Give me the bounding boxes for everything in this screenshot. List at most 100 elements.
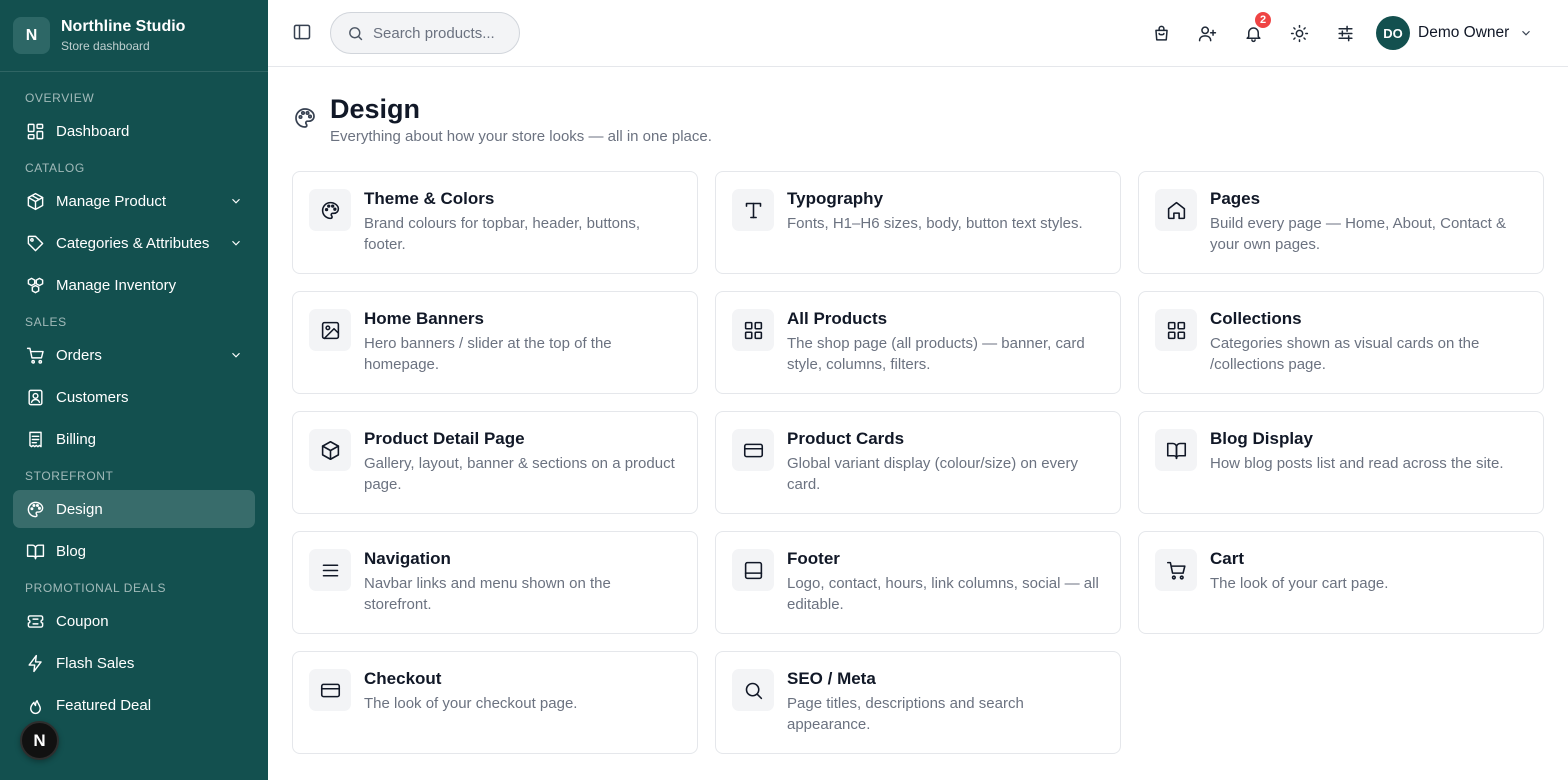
card-title: Footer — [787, 549, 840, 568]
search-input[interactable] — [373, 24, 513, 42]
card-description: Brand colours for topbar, header, button… — [364, 215, 641, 253]
notifications-button[interactable]: 2 — [1241, 10, 1273, 45]
sidebar-item-label: Customers — [56, 388, 129, 406]
sidebar-item-customers[interactable]: Customers — [13, 378, 255, 416]
card-title: Product Detail Page — [364, 429, 525, 448]
card-body: Checkout The look of your checkout page. — [364, 669, 577, 736]
toggle-sidebar-button[interactable] — [292, 22, 314, 44]
sidebar-toggle-icon — [293, 24, 311, 40]
design-cards-grid: Theme & Colors Brand colours for topbar, … — [292, 171, 1544, 754]
settings-sliders-button[interactable] — [1333, 21, 1357, 45]
design-card-seo-meta[interactable]: SEO / Meta Page titles, descriptions and … — [715, 651, 1121, 754]
card-title: Typography — [787, 189, 884, 208]
topbar: 2 DO Demo Owner — [268, 0, 1568, 67]
chevron-down-icon[interactable] — [229, 348, 243, 362]
sidebar-item-flash-sales[interactable]: Flash Sales — [13, 644, 255, 682]
sidebar-item-blog[interactable]: Blog — [13, 532, 255, 570]
inventory-icon — [25, 275, 45, 295]
sidebar-item-coupon[interactable]: Coupon — [13, 602, 255, 640]
sun-icon — [1290, 24, 1308, 42]
card-description: The look of your checkout page. — [364, 695, 578, 712]
card-body: Product Detail Page Gallery, layout, bann… — [364, 429, 681, 496]
sidebar-item-label: Manage Product — [56, 192, 167, 210]
search-icon — [732, 669, 774, 711]
sidebar-section-label: SALES — [25, 315, 67, 329]
design-card-cart[interactable]: Cart The look of your cart page. — [1138, 531, 1544, 634]
book-icon — [25, 541, 45, 561]
image-icon — [309, 309, 351, 351]
zap-icon — [25, 653, 45, 673]
card-title: Product Cards — [787, 429, 905, 448]
type-icon — [732, 189, 774, 231]
card-title: Navigation — [364, 549, 451, 568]
card-title: Pages — [1210, 189, 1261, 208]
design-card-all-products[interactable]: All Products The shop page (all products)… — [715, 291, 1121, 394]
brand-logo: N — [13, 17, 50, 54]
sidebar-item-label: Billing — [56, 430, 97, 448]
floating-assistant-button[interactable]: N — [20, 721, 59, 760]
card-title: Blog Display — [1210, 429, 1313, 448]
cart-icon — [1155, 549, 1197, 591]
sidebar-item-label: Flash Sales — [56, 654, 135, 672]
sidebar-section-label: CATALOG — [25, 161, 85, 175]
card-description: Global variant display (colour/size) on … — [787, 455, 1078, 493]
cart-icon — [25, 345, 45, 365]
design-card-checkout[interactable]: Checkout The look of your checkout page. — [292, 651, 698, 754]
sidebar-item-label: Manage Inventory — [56, 276, 177, 294]
card-body: Navigation Navbar links and menu shown on… — [364, 549, 681, 616]
card-description: The look of your cart page. — [1210, 575, 1389, 592]
design-card-theme-colors[interactable]: Theme & Colors Brand colours for topbar, … — [292, 171, 698, 274]
avatar: DO — [1376, 16, 1410, 50]
flame-icon — [25, 695, 45, 715]
sidebar-item-manage-product[interactable]: Manage Product — [13, 182, 255, 220]
card-title: Home Banners — [364, 309, 484, 328]
add-user-button[interactable] — [1195, 21, 1219, 45]
sidebar-item-billing[interactable]: Billing — [13, 420, 255, 458]
grid-icon — [1155, 309, 1197, 351]
chevron-down-icon[interactable] — [229, 236, 243, 250]
design-card-navigation[interactable]: Navigation Navbar links and menu shown on… — [292, 531, 698, 634]
sidebar-item-manage-inventory[interactable]: Manage Inventory — [13, 266, 255, 304]
store-button[interactable] — [1149, 21, 1173, 45]
sidebar-item-design[interactable]: Design — [13, 490, 255, 528]
palette-icon — [293, 106, 317, 130]
box-icon — [25, 191, 45, 211]
design-card-collections[interactable]: Collections Categories shown as visual ca… — [1138, 291, 1544, 394]
user-menu[interactable]: DO Demo Owner — [1376, 16, 1533, 50]
chevron-down-icon — [1519, 26, 1533, 40]
page-title: Design — [330, 94, 421, 124]
card-body: Product Cards Global variant display (col… — [787, 429, 1104, 496]
card-body: Pages Build every page — Home, About, Con… — [1210, 189, 1527, 256]
design-card-pages[interactable]: Pages Build every page — Home, About, Con… — [1138, 171, 1544, 274]
brand-name: Northline Studio — [61, 18, 186, 35]
chevron-down-icon[interactable] — [229, 194, 243, 208]
design-card-product-detail-page[interactable]: Product Detail Page Gallery, layout, bann… — [292, 411, 698, 514]
card-title: All Products — [787, 309, 888, 328]
sidebar-item-label: Coupon — [56, 612, 109, 630]
brand-header[interactable]: N Northline Studio Store dashboard — [0, 0, 268, 72]
sidebar-item-featured-deal[interactable]: Featured Deal — [13, 686, 255, 724]
grid-icon — [732, 309, 774, 351]
ticket-icon — [25, 611, 45, 631]
sidebar: N Northline Studio Store dashboard OVERV… — [0, 0, 268, 780]
sidebar-item-dashboard[interactable]: Dashboard — [13, 112, 255, 150]
sidebar-item-label: Categories & Attributes — [56, 234, 210, 252]
design-card-footer[interactable]: Footer Logo, contact, hours, link columns… — [715, 531, 1121, 634]
design-card-product-cards[interactable]: Product Cards Global variant display (col… — [715, 411, 1121, 514]
user-name: Demo Owner — [1418, 24, 1510, 41]
sidebar-item-orders[interactable]: Orders — [13, 336, 255, 374]
design-card-blog-display[interactable]: Blog Display How blog posts list and read… — [1138, 411, 1544, 514]
tag-icon — [25, 233, 45, 253]
design-card-typography[interactable]: Typography Fonts, H1–H6 sizes, body, butt… — [715, 171, 1121, 274]
search-icon — [349, 26, 363, 40]
main-content: Design Everything about how your store l… — [268, 67, 1568, 780]
card-description: How blog posts list and read across the … — [1210, 455, 1504, 472]
sidebar-item-categories-attributes[interactable]: Categories & Attributes — [13, 224, 255, 262]
theme-toggle-button[interactable] — [1287, 21, 1311, 45]
card-description: Build every page — Home, About, Contact … — [1210, 215, 1506, 253]
design-card-home-banners[interactable]: Home Banners Hero banners / slider at the… — [292, 291, 698, 394]
card-body: Cart The look of your cart page. — [1210, 549, 1388, 616]
search-box[interactable] — [330, 12, 520, 54]
card-title: Cart — [1210, 549, 1245, 568]
user-plus-icon — [1198, 25, 1216, 41]
